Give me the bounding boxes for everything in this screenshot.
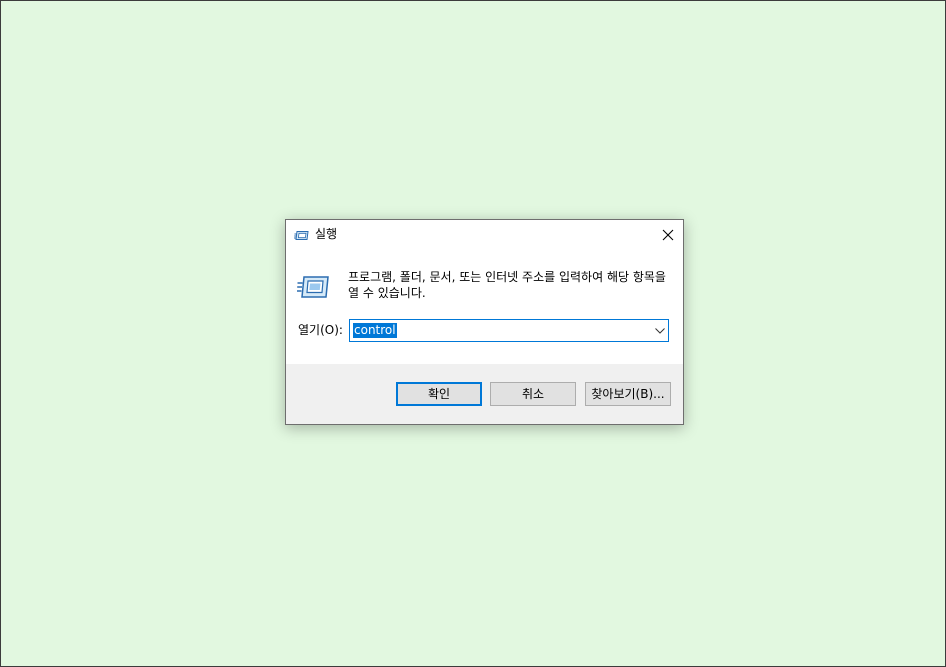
run-dialog: 실행 프로그램, 폴더, 문서, 또는 인터넷 주소를 입력하여 해당 항목을 … <box>285 219 684 425</box>
dialog-title: 실행 <box>315 227 338 241</box>
open-label: 열기(O): <box>298 323 343 337</box>
chevron-down-icon <box>654 327 665 334</box>
cancel-button[interactable]: 취소 <box>490 382 576 406</box>
browse-button[interactable]: 찾아보기(B)... <box>585 382 671 406</box>
run-icon <box>294 227 310 243</box>
open-combobox[interactable]: control <box>349 319 669 342</box>
button-bar: 확인 취소 찾아보기(B)... <box>286 364 683 424</box>
run-program-icon <box>297 275 329 299</box>
title-bar: 실행 <box>286 220 683 250</box>
dropdown-button[interactable] <box>651 320 668 341</box>
ok-button[interactable]: 확인 <box>396 382 482 406</box>
close-icon <box>662 229 674 241</box>
instruction-text: 프로그램, 폴더, 문서, 또는 인터넷 주소를 입력하여 해당 항목을 열 수… <box>348 270 666 300</box>
open-input[interactable]: control <box>353 323 397 338</box>
desktop: 실행 프로그램, 폴더, 문서, 또는 인터넷 주소를 입력하여 해당 항목을 … <box>0 0 946 667</box>
close-button[interactable] <box>653 220 683 250</box>
